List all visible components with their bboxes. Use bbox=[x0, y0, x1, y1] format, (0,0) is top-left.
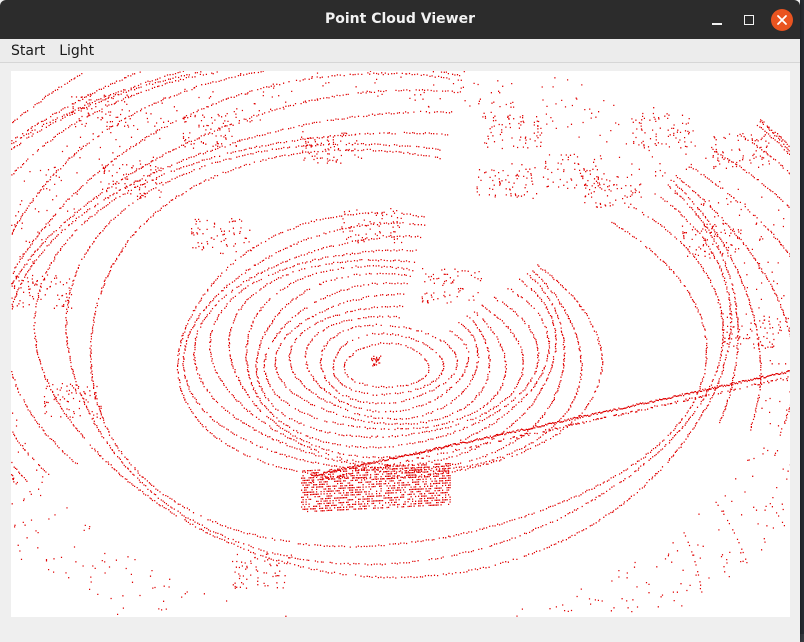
window-title: Point Cloud Viewer bbox=[325, 11, 475, 27]
menubar: Start Light bbox=[0, 39, 800, 63]
point-cloud-render bbox=[11, 71, 790, 617]
point-cloud-canvas[interactable] bbox=[11, 71, 790, 617]
close-icon[interactable] bbox=[771, 9, 793, 31]
point-cloud-points bbox=[11, 71, 790, 617]
maximize-icon[interactable] bbox=[738, 9, 760, 31]
menu-light[interactable]: Light bbox=[53, 43, 100, 59]
titlebar[interactable]: Point Cloud Viewer bbox=[0, 0, 800, 39]
point-cloud-viewer-window: Point Cloud Viewer Start Light bbox=[0, 0, 800, 642]
status-bar bbox=[0, 617, 800, 642]
minimize-icon[interactable] bbox=[706, 9, 728, 31]
menu-start[interactable]: Start bbox=[5, 43, 51, 59]
